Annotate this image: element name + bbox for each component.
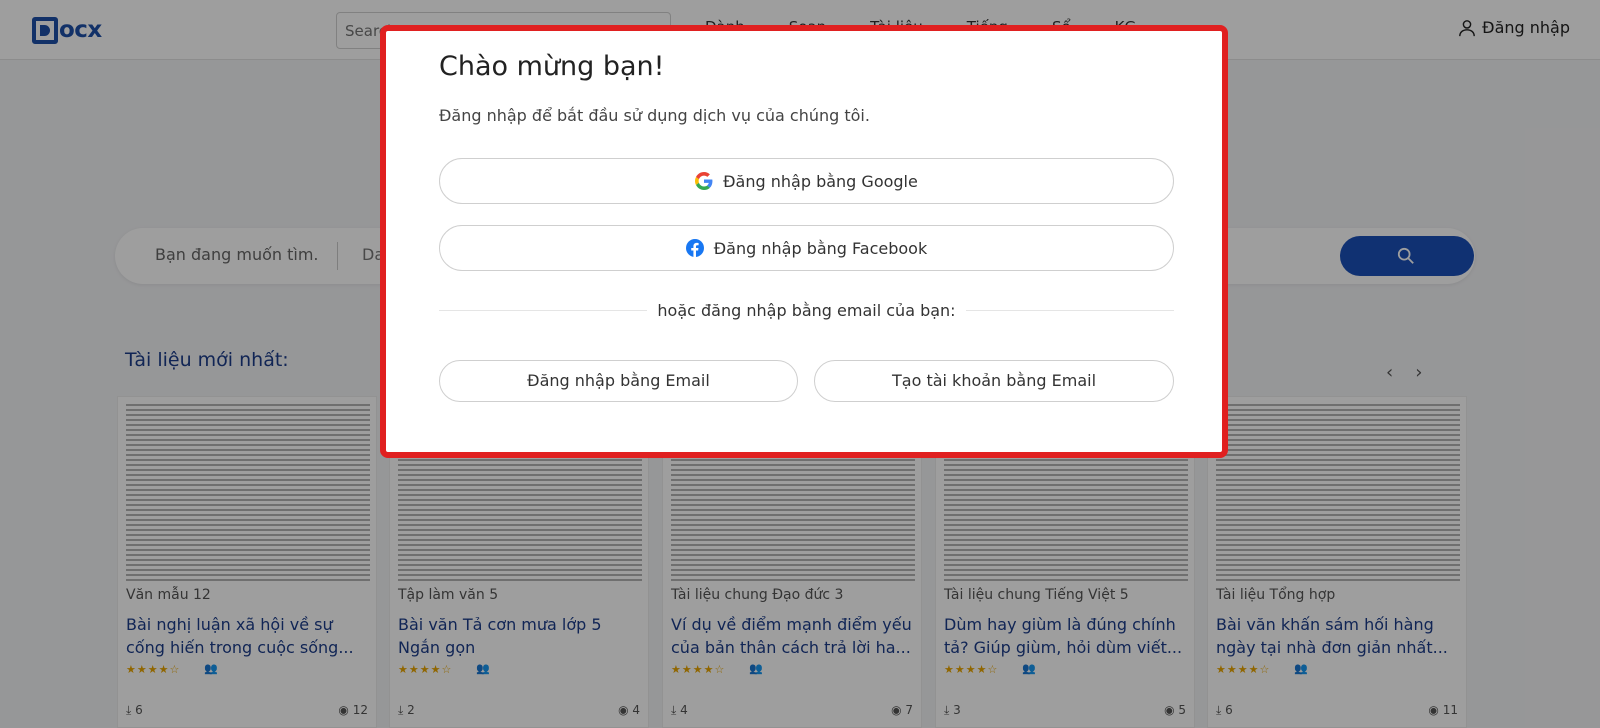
divider-text: hoặc đăng nhập bằng email của bạn:	[647, 301, 966, 320]
facebook-login-button[interactable]: Đăng nhập bằng Facebook	[439, 225, 1174, 271]
google-icon	[695, 172, 713, 190]
email-signup-button[interactable]: Tạo tài khoản bằng Email	[814, 360, 1174, 402]
modal-subtitle: Đăng nhập để bắt đầu sử dụng dịch vụ của…	[439, 106, 870, 125]
modal-title: Chào mừng bạn!	[439, 51, 665, 82]
email-login-button[interactable]: Đăng nhập bằng Email	[439, 360, 798, 402]
email-divider: hoặc đăng nhập bằng email của bạn:	[439, 301, 1174, 321]
divider-text-wrap: hoặc đăng nhập bằng email của bạn:	[439, 301, 1174, 320]
login-modal: Chào mừng bạn! Đăng nhập để bắt đầu sử d…	[387, 31, 1221, 452]
facebook-login-label: Đăng nhập bằng Facebook	[713, 238, 928, 258]
google-login-label: Đăng nhập bằng Google	[723, 171, 918, 191]
facebook-icon	[685, 239, 704, 257]
google-login-button[interactable]: Đăng nhập bằng Google	[439, 158, 1174, 204]
